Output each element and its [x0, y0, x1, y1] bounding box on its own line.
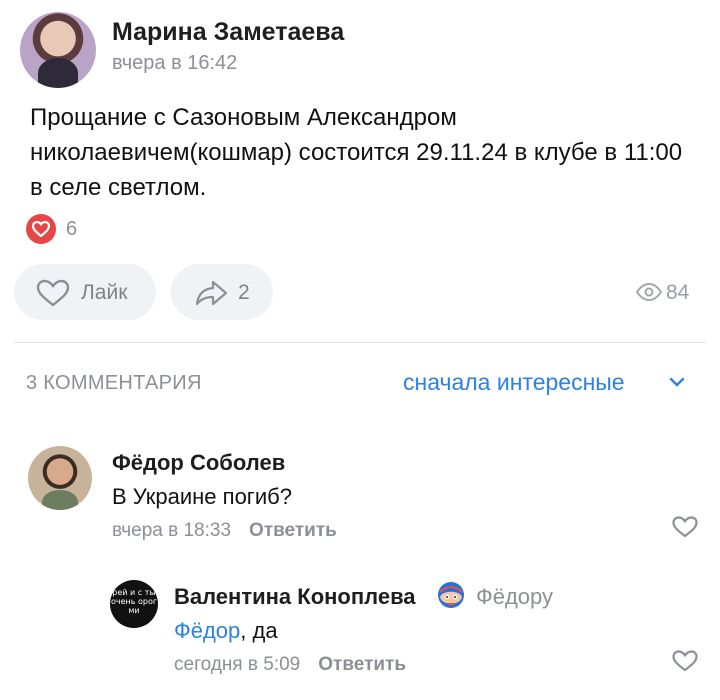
donut-badge-icon	[438, 582, 464, 608]
share-button[interactable]: 2	[171, 264, 273, 320]
reply-to-label[interactable]: Фёдору	[476, 584, 553, 610]
comment-like-icon[interactable]	[672, 516, 698, 538]
comment-meta: сегодня в 5:09 Ответить	[174, 654, 406, 676]
author-avatar[interactable]	[20, 12, 96, 88]
comment-time: сегодня в 5:09	[174, 654, 301, 675]
heart-outline-icon	[36, 279, 70, 307]
comment-text: В Украине погиб?	[112, 484, 292, 509]
comment-text-body: , да	[240, 618, 278, 643]
like-label: Лайк	[81, 281, 128, 304]
post-header: Марина Заметаева вчера в 16:42	[20, 12, 700, 88]
avatar[interactable]	[28, 446, 92, 510]
post-time: вчера в 16:42	[112, 52, 238, 74]
comment-time: вчера в 18:33	[112, 520, 232, 541]
eye-icon	[636, 283, 662, 301]
reply-button[interactable]: Ответить	[318, 654, 406, 675]
comments-count: 3 КОММЕНТАРИЯ	[26, 372, 202, 394]
share-count: 2	[238, 281, 250, 304]
mention-link[interactable]: Фёдор	[174, 618, 240, 643]
comment-author[interactable]: Фёдор Соболев	[112, 450, 285, 476]
post-text: Прощание с Сазоновым Александром николае…	[30, 104, 683, 201]
comment-like-icon[interactable]	[672, 650, 698, 672]
comment-reply-item: рей и с ты очень орог ми Валентина Коноп…	[110, 578, 698, 678]
reply-button[interactable]: Ответить	[249, 520, 337, 541]
comment-item: Фёдор Соболев В Украине погиб? вчера в 1…	[28, 446, 698, 546]
divider	[14, 342, 706, 343]
comment-meta: вчера в 18:33 Ответить	[112, 520, 337, 542]
comment-text: Фёдор, да	[174, 618, 278, 644]
share-arrow-icon	[195, 280, 228, 306]
comment-sort-dropdown[interactable]: сначала интересные	[403, 369, 685, 397]
views-counter: 84	[636, 281, 706, 305]
views-count: 84	[666, 281, 690, 304]
avatar[interactable]: рей и с ты очень орог ми	[110, 580, 158, 628]
chevron-down-icon	[669, 377, 685, 387]
comment-author[interactable]: Валентина Коноплева	[174, 584, 416, 610]
sort-label: сначала интересные	[403, 369, 625, 395]
heart-reaction-icon	[26, 214, 56, 244]
post-author-name[interactable]: Марина Заметаева	[112, 18, 344, 47]
reaction-count: 6	[66, 218, 78, 240]
like-button[interactable]: Лайк	[14, 264, 156, 320]
